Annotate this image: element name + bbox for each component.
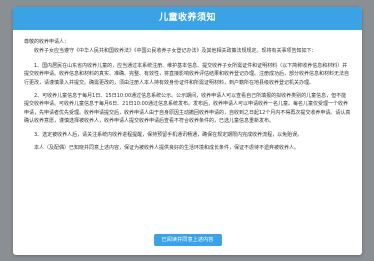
dialog-footer: 已阅读并同意上述内容 bbox=[13, 226, 362, 246]
agree-confirm-button[interactable]: 已阅读并同意上述内容 bbox=[153, 234, 222, 246]
adoption-notice-dialog: 儿童收养须知 尊敬的收养申请人： 收养子女应当遵守《中华人民共和国收养法》《中国… bbox=[13, 7, 362, 255]
notice-paragraph-1: 1、国内居民在山东省内收养儿童的，应当通过本系统注册、维护基本信息、提交收养子女… bbox=[24, 62, 350, 86]
dialog-title: 儿童收养须知 bbox=[13, 7, 362, 30]
dialog-body: 尊敬的收养申请人： 收养子女应当遵守《中华人民共和国收养法》《中国公民收养子女登… bbox=[13, 30, 362, 238]
notice-paragraph-3: 3、选定被收养人后，请关注系统内收养进程提醒，保持预留手机通讯畅通，确保在规定期… bbox=[34, 131, 303, 138]
greeting-text: 尊敬的收养申请人： bbox=[24, 39, 70, 45]
agreement-paragraph: 本人（及配偶）已知晓并同意上述内容，保证为被收养人提供良好的生活环境和成长条件，… bbox=[34, 145, 300, 152]
intro-paragraph: 收养子女应当遵守《中华人民共和国收养法》《中国公民收养子女登记办法》及其他相关政… bbox=[34, 48, 317, 55]
notice-paragraph-2: 2、可收养儿童信息于每月1日、15日10:00通过信息系统公示。公示期间，收养申… bbox=[24, 93, 351, 125]
